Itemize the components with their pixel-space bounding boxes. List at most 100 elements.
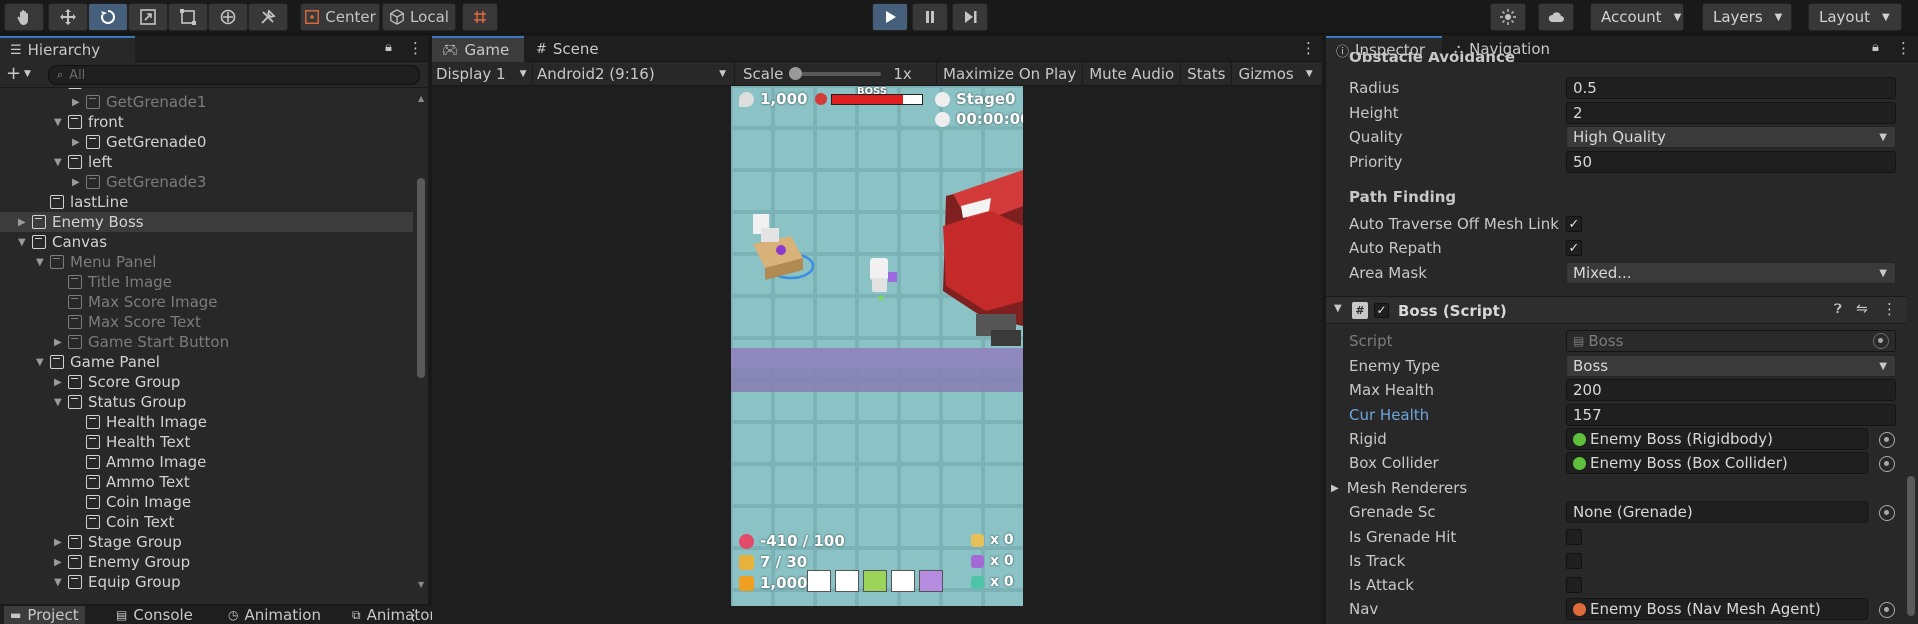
height-field[interactable]: 2: [1566, 102, 1896, 124]
nav-field[interactable]: Enemy Boss (Nav Mesh Agent): [1566, 598, 1895, 620]
hierarchy-item[interactable]: Title Image: [54, 272, 172, 292]
hierarchy-item[interactable]: Coin Text: [72, 512, 174, 532]
hierarchy-item[interactable]: ▼ Status Group: [54, 392, 186, 412]
hierarchy-item[interactable]: ▼ left: [54, 152, 112, 172]
expand-arrow-icon[interactable]: ▼: [54, 117, 68, 128]
lock-icon[interactable]: 🔒︎: [1872, 40, 1879, 55]
rect-icon[interactable]: [168, 3, 208, 31]
hierarchy-item[interactable]: ▼ Equip Group: [54, 572, 181, 592]
object-picker-icon[interactable]: [1879, 602, 1895, 618]
radius-field[interactable]: 0.5: [1566, 77, 1896, 99]
is-track-checkbox[interactable]: [1566, 553, 1582, 569]
is-grenade-hit-checkbox[interactable]: [1566, 529, 1582, 545]
collapse-arrow-icon[interactable]: ▶: [1331, 483, 1339, 494]
hierarchy-item[interactable]: ▶ Score Group: [54, 372, 180, 392]
hierarchy-item[interactable]: ▼Control I: [72, 592, 169, 594]
hierarchy-item[interactable]: ▼ Menu Panel: [36, 252, 156, 272]
rotate-icon[interactable]: [88, 3, 128, 31]
tab-scene[interactable]: # Scene: [526, 36, 616, 62]
priority-field[interactable]: 50: [1566, 151, 1896, 173]
is-attack-checkbox[interactable]: [1566, 577, 1582, 593]
expand-arrow-icon[interactable]: ▼: [54, 397, 68, 408]
scroll-up-icon[interactable]: ▲: [418, 94, 424, 103]
weapon-slot-handgun[interactable]: [863, 570, 887, 592]
hierarchy-item[interactable]: Health Image: [72, 412, 207, 432]
weapon-slot-empty[interactable]: [891, 570, 915, 592]
scale-slider[interactable]: [789, 67, 882, 80]
presets-icon[interactable]: ⇋: [1856, 301, 1868, 317]
hierarchy-item[interactable]: ▼ Game Panel: [36, 352, 160, 372]
max-health-field[interactable]: 200: [1566, 379, 1896, 401]
weapon-slot-hammer[interactable]: [807, 570, 831, 592]
scrollbar-thumb[interactable]: [1907, 476, 1915, 616]
weapon-slot-empty[interactable]: [835, 570, 859, 592]
collapse-arrow-icon[interactable]: ▶: [54, 377, 68, 388]
tab-game[interactable]: 🎮︎ Game: [432, 36, 524, 62]
expand-arrow-icon[interactable]: ▼: [36, 257, 50, 268]
box-collider-field[interactable]: Enemy Boss (Box Collider): [1566, 452, 1895, 474]
kebab-menu-icon[interactable]: ⋮: [1882, 300, 1897, 318]
auto-traverse-off-mesh-link-checkbox[interactable]: ✓: [1566, 216, 1582, 232]
custom-tool-icon[interactable]: [248, 3, 288, 31]
hand-icon[interactable]: [4, 3, 44, 31]
kebab-menu-icon[interactable]: ⋮: [408, 39, 423, 57]
layout-dropdown[interactable]: Layout ▼: [1808, 3, 1902, 31]
pivot-center-button[interactable]: Center: [300, 3, 380, 31]
slider-handle[interactable]: [789, 67, 803, 80]
weapon-slot-grenade[interactable]: [919, 570, 943, 592]
object-picker-icon[interactable]: [1879, 432, 1895, 448]
hierarchy-item[interactable]: ▼ front: [54, 112, 124, 132]
hierarchy-search-input[interactable]: ⌕ All: [48, 65, 420, 85]
cur-health-field[interactable]: 157: [1566, 404, 1896, 426]
tab-animator[interactable]: ⧉ Animator: [346, 606, 440, 624]
hierarchy-item[interactable]: ▶ Stage Group: [54, 532, 182, 552]
tab-console[interactable]: ▤ Console: [110, 606, 199, 624]
maximize-on-play-toggle[interactable]: Maximize On Play: [936, 62, 1082, 86]
scrollbar-thumb[interactable]: [417, 178, 425, 378]
chevron-down-icon[interactable]: ▼: [1300, 62, 1319, 86]
add-icon[interactable]: +: [6, 63, 21, 84]
services-icon[interactable]: [1490, 3, 1526, 31]
collapse-arrow-icon[interactable]: ▶: [54, 337, 68, 348]
tab-project[interactable]: ▬ Project: [4, 606, 85, 624]
component-enabled-checkbox[interactable]: ✓: [1374, 303, 1389, 318]
pause-button[interactable]: [912, 3, 948, 31]
hierarchy-item[interactable]: ▶ GetGrenade1: [72, 92, 206, 112]
collapse-arrow-icon[interactable]: ▶: [54, 537, 68, 548]
step-button[interactable]: [952, 3, 988, 31]
collapse-arrow-icon[interactable]: ▶: [18, 217, 32, 228]
grid-snap-icon[interactable]: [462, 3, 498, 31]
hierarchy-item[interactable]: ▶ Enemy Group: [54, 552, 190, 572]
hierarchy-item[interactable]: ▼ Canvas: [18, 232, 107, 252]
help-icon[interactable]: ❓︎: [1834, 302, 1842, 317]
lock-icon[interactable]: 🔒︎: [385, 40, 392, 55]
mute-audio-toggle[interactable]: Mute Audio: [1082, 62, 1180, 86]
object-picker-icon[interactable]: [1879, 505, 1895, 521]
stats-toggle[interactable]: Stats: [1180, 62, 1231, 86]
game-render[interactable]: 1,000 BOSS Stage0 00:00:00 -410 / 100 7 …: [731, 86, 1023, 606]
expand-arrow-icon[interactable]: ▼: [54, 577, 68, 588]
scale-icon[interactable]: [128, 3, 168, 31]
hierarchy-item[interactable]: Coin Image: [72, 492, 191, 512]
kebab-menu-icon[interactable]: ⋮: [1301, 39, 1316, 57]
play-button[interactable]: [872, 3, 908, 31]
hierarchy-item[interactable]: ▶ Game Start Button: [54, 332, 229, 352]
kebab-menu-icon[interactable]: ⋮: [406, 606, 421, 624]
resolution-dropdown[interactable]: Android2 (9:16) ▼: [532, 62, 732, 86]
hierarchy-item[interactable]: Max Score Image: [54, 292, 218, 312]
scroll-down-icon[interactable]: ▼: [418, 580, 424, 589]
collapse-arrow-icon[interactable]: ▶: [54, 557, 68, 568]
chevron-down-icon[interactable]: ▼: [1334, 303, 1342, 314]
inspector-scrollbar[interactable]: [1906, 66, 1916, 618]
kebab-menu-icon[interactable]: ⋮: [1896, 39, 1911, 57]
collapse-arrow-icon[interactable]: ▶: [72, 137, 86, 148]
area-mask-dropdown[interactable]: Mixed... ▼: [1566, 262, 1896, 284]
tab-hierarchy[interactable]: ☰ Hierarchy: [0, 36, 135, 62]
layers-dropdown[interactable]: Layers ▼: [1702, 3, 1792, 31]
account-dropdown[interactable]: Account ▼: [1590, 3, 1684, 31]
quality-dropdown[interactable]: High Quality ▼: [1566, 126, 1896, 148]
hierarchy-item[interactable]: Ammo Text: [72, 472, 190, 492]
hierarchy-item[interactable]: Ammo Image: [72, 452, 206, 472]
enemy-type-dropdown[interactable]: Boss ▼: [1566, 355, 1896, 377]
hierarchy-item[interactable]: ▶ GetGrenade3: [72, 172, 206, 192]
